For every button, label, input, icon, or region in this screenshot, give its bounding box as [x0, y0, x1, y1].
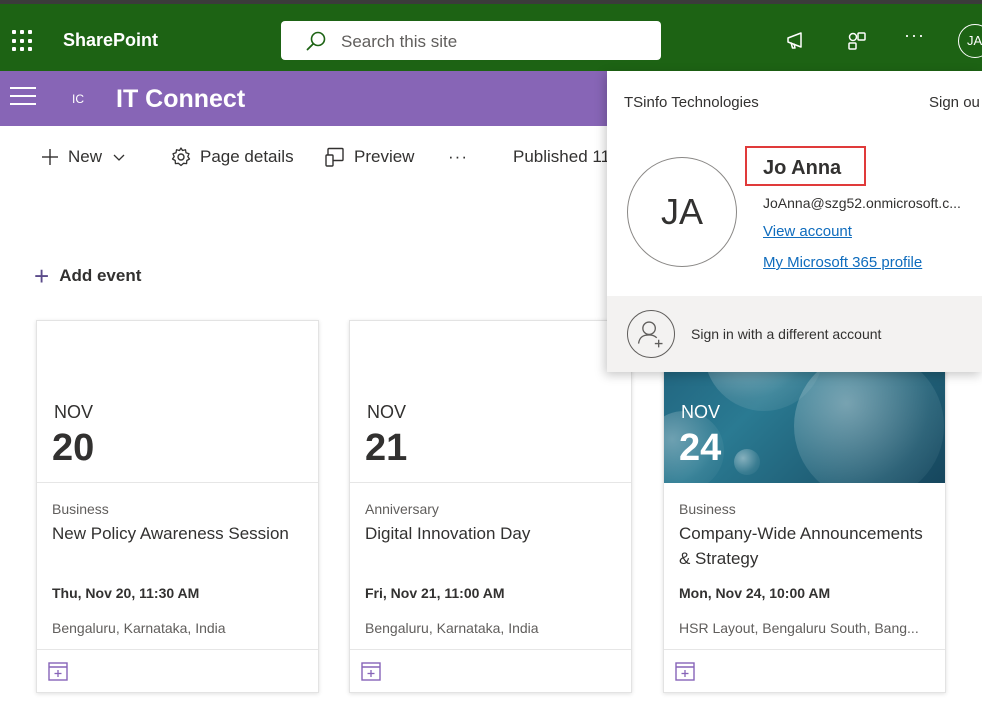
- event-datetime: Fri, Nov 21, 11:00 AM: [365, 585, 505, 601]
- chevron-down-icon: [113, 154, 125, 161]
- published-status: Published 11: [513, 147, 611, 166]
- event-day: 24: [679, 427, 722, 469]
- plus-icon: [42, 149, 58, 165]
- event-card-footer: [664, 649, 945, 693]
- page-details-label: Page details: [200, 147, 294, 166]
- search-box[interactable]: Search this site: [281, 21, 661, 60]
- plus-icon: +: [34, 261, 50, 291]
- suite-more-icon[interactable]: ···: [904, 25, 925, 46]
- event-location: Bengaluru, Karnataka, India: [365, 620, 539, 636]
- event-day: 20: [52, 427, 95, 469]
- event-month: NOV: [681, 402, 721, 422]
- sign-out-link[interactable]: Sign ou: [929, 94, 980, 111]
- suite-bar: SharePoint Search this site ··· JA: [0, 4, 982, 71]
- event-month: NOV: [54, 402, 94, 422]
- event-card[interactable]: NOV 21 Anniversary Digital Innovation Da…: [349, 320, 632, 693]
- event-location: HSR Layout, Bengaluru South, Bang...: [679, 620, 919, 636]
- account-avatar-large: JA: [627, 157, 737, 267]
- site-logo[interactable]: IC: [72, 92, 84, 106]
- megaphone-icon[interactable]: [785, 30, 807, 52]
- search-icon: [306, 31, 326, 51]
- view-account-link[interactable]: View account: [763, 223, 852, 240]
- event-card-footer: [350, 649, 631, 693]
- account-email: JoAnna@szg52.onmicrosoft.c...: [763, 195, 961, 211]
- event-datetime: Thu, Nov 20, 11:30 AM: [52, 585, 200, 601]
- site-title[interactable]: IT Connect: [116, 85, 245, 114]
- hamburger-menu-icon[interactable]: [10, 87, 36, 107]
- event-day: 21: [365, 427, 408, 469]
- event-title[interactable]: Digital Innovation Day: [365, 521, 623, 546]
- page-details-button[interactable]: Page details: [170, 145, 294, 169]
- more-commands-icon[interactable]: ···: [448, 145, 468, 169]
- account-display-name: Jo Anna: [745, 146, 866, 186]
- preview-button[interactable]: Preview: [324, 145, 414, 169]
- gear-icon: [171, 147, 191, 167]
- add-event-button[interactable]: + Add event: [34, 261, 142, 291]
- settings-apps-icon[interactable]: [846, 30, 868, 52]
- sign-in-different-account[interactable]: Sign in with a different account: [607, 296, 982, 372]
- event-card[interactable]: NOV 24 Business Company-Wide Announcemen…: [663, 320, 946, 693]
- preview-icon: [325, 147, 344, 167]
- new-label: New: [68, 147, 103, 166]
- event-title[interactable]: New Policy Awareness Session: [52, 521, 310, 546]
- organization-name: TSinfo Technologies: [624, 94, 759, 111]
- add-event-label: Add event: [59, 266, 142, 285]
- event-card[interactable]: NOV 20 Business New Policy Awareness Ses…: [36, 320, 319, 693]
- search-placeholder: Search this site: [341, 32, 458, 51]
- preview-label: Preview: [354, 147, 415, 166]
- event-category: Anniversary: [365, 501, 439, 517]
- add-to-calendar-icon[interactable]: [674, 660, 696, 682]
- event-category: Business: [679, 501, 736, 517]
- app-launcher-icon[interactable]: [12, 30, 34, 52]
- event-location: Bengaluru, Karnataka, India: [52, 620, 226, 636]
- add-to-calendar-icon[interactable]: [360, 660, 382, 682]
- event-datetime: Mon, Nov 24, 10:00 AM: [679, 585, 831, 601]
- event-title[interactable]: Company-Wide Announcements & Strategy: [679, 521, 937, 571]
- add-to-calendar-icon[interactable]: [47, 660, 69, 682]
- account-flyout: TSinfo Technologies Sign ou JA Jo Anna J…: [607, 71, 982, 372]
- account-avatar[interactable]: JA: [958, 24, 982, 58]
- event-card-footer: [37, 649, 318, 693]
- new-button[interactable]: New: [40, 145, 134, 169]
- microsoft-365-profile-link[interactable]: My Microsoft 365 profile: [763, 254, 922, 271]
- event-category: Business: [52, 501, 109, 517]
- app-name[interactable]: SharePoint: [63, 30, 158, 51]
- event-month: NOV: [367, 402, 407, 422]
- sign-in-different-label: Sign in with a different account: [691, 326, 882, 342]
- add-person-icon: [627, 310, 675, 358]
